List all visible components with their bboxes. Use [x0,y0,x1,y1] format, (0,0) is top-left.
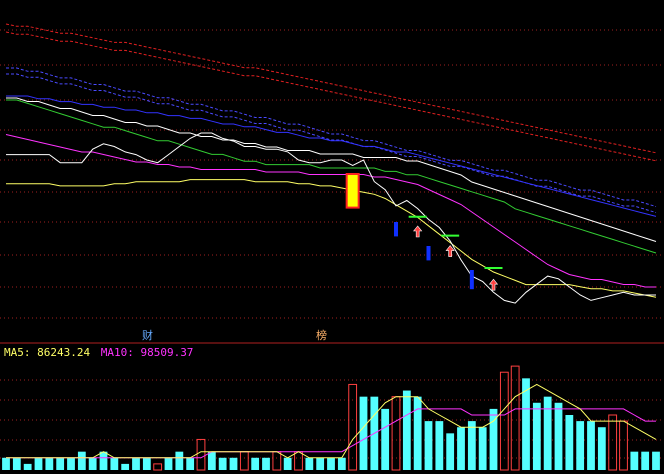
candle-down [426,246,431,261]
volume-bar-down [316,457,325,470]
ma-yellow-line [6,179,657,298]
volume-bar-down [467,421,476,470]
volume-bar-down [283,457,292,470]
candle-down [394,222,398,237]
volume-bar-down [413,396,422,470]
volume-bar-down [435,421,444,470]
volume-bar-down [532,402,541,470]
volume-bar-down [359,396,368,470]
band-red-lower-line [5,31,657,162]
volume-bar-up [153,463,163,471]
volume-bar-down [630,451,639,470]
volume-bar-down [23,463,32,470]
volume-legend: MA5: 86243.24 MA10: 98509.37 [4,346,193,359]
volume-bar-up [608,414,618,471]
ma10-label: MA10: 98509.37 [100,346,194,359]
volume-bar-down [641,451,650,470]
volume-bar-up [348,383,358,471]
volume-bar-down [218,457,227,470]
volume-bar-down [99,451,108,470]
volume-bar-down [186,457,195,470]
ma5-label: MA5: 86243.24 [4,346,91,359]
badge-bang: 榜 [316,329,327,342]
volume-bar-down [45,457,54,470]
volume-bar-down [478,427,487,470]
candle-up [345,173,360,209]
candle-down [469,270,474,290]
volume-bar-down [229,457,238,470]
volume-bar-down [67,457,75,470]
up-arrow-icon [488,278,499,291]
volume-bar-up [294,451,303,471]
volume-bar-up [272,451,282,471]
ma-green-line [6,99,657,254]
volume-bar-down [554,402,563,470]
volume-bar-down [2,457,10,470]
volume-bar-down [251,457,260,470]
ma-blue-line [6,95,657,217]
volume-bar-down [327,457,335,470]
volume-bar-down [381,408,390,470]
stock-chart[interactable] [0,0,664,474]
up-arrow-icon [413,225,423,238]
volume-bar-down [597,427,606,470]
volume-bar-down [56,457,65,470]
volume-bar-down [164,457,173,470]
volume-bar-down [337,457,346,470]
volume-bar-down [175,451,184,470]
volume-bar-down [424,421,433,470]
volume-bar-down [121,463,130,470]
price-line [6,132,656,304]
volume-bar-up [499,371,509,471]
volume-bar-down [142,457,151,470]
volume-bar-up [196,438,206,471]
volume-bar-down [565,415,574,470]
volume-bar-down [207,451,216,470]
volume-bar-up [510,365,520,471]
volume-bar-down [402,390,411,470]
band-red-upper-line [5,23,657,154]
volume-bar-down [457,427,465,470]
volume-bar-down [12,457,21,470]
volume-bar-down [543,396,552,470]
volume-bar-up [391,396,401,471]
volume-bar-down [132,457,140,470]
ma-white-line [6,97,657,242]
volume-bar-down [77,451,86,470]
volume-bar-down [576,421,585,470]
volume-bar-up [239,451,249,471]
volume-bar-down [262,457,270,470]
volume-bar-down [305,457,314,470]
volume-bar-down [652,451,660,470]
badge-cai: 财 [142,329,153,342]
volume-bar-down [88,457,97,470]
volume-bar-down [34,457,43,470]
ma-magenta-line [5,134,656,288]
volume-bar-down [110,457,119,470]
volume-bar-down [446,433,455,470]
volume-bar-up [619,420,628,471]
volume-bar-down [587,421,595,470]
